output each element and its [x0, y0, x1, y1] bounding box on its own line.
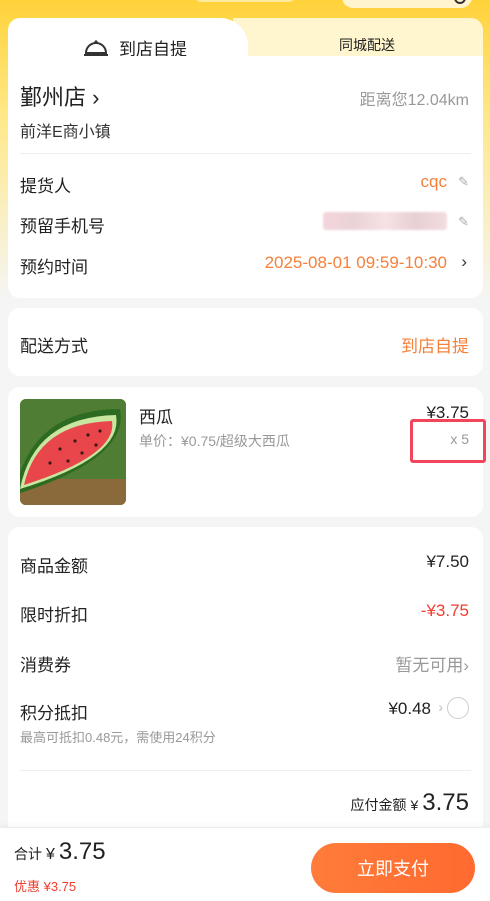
coupon-value: 暂无可用	[395, 656, 464, 675]
product-unit-price: 单价：¥0.75/超级大西瓜	[139, 433, 290, 449]
chevron-right-icon: ›	[438, 699, 443, 715]
store-distance: 距离您12.04km	[359, 92, 469, 109]
pickup-person-label: 提货人	[20, 177, 71, 196]
points-hint: 最高可抵扣0.48元，需使用24积分	[20, 730, 216, 745]
points-radio[interactable]	[447, 697, 469, 719]
amount-due-label: 应付金额	[350, 797, 407, 813]
store-name: 鄞州店	[20, 85, 87, 110]
total-discount: 优惠 ¥3.75	[14, 879, 77, 894]
store-bell-icon	[84, 39, 108, 56]
edit-pencil-icon[interactable]: ✎	[458, 214, 469, 230]
pay-now-button[interactable]: 立即支付	[311, 843, 475, 893]
tab-delivery-label: 同城配送	[339, 37, 395, 53]
reserve-time-label: 预约时间	[20, 258, 88, 277]
total-currency: ¥	[46, 846, 55, 863]
pickup-person-value[interactable]: cqc	[421, 172, 447, 192]
chevron-right-icon[interactable]: ›	[461, 252, 467, 272]
store-selector[interactable]: 鄞州店 ›	[20, 80, 99, 112]
capsule-menu[interactable]	[342, 0, 472, 8]
checkout-bar: 合计 ¥ 3.75 优惠 ¥3.75 立即支付	[0, 828, 490, 901]
amount-due-value: 3.75	[422, 789, 469, 816]
total-value: 3.75	[58, 838, 106, 865]
amount-due: 应付金额 ¥ 3.75	[350, 789, 469, 817]
points-value: ¥0.48	[388, 699, 431, 718]
total: 合计 ¥ 3.75	[14, 838, 106, 866]
phone-value-masked[interactable]	[323, 212, 447, 230]
divider	[20, 770, 471, 771]
delivery-method-value: 到店自提	[401, 337, 469, 356]
divider	[20, 153, 471, 154]
delivery-method-card: 配送方式 到店自提	[8, 308, 483, 376]
chevron-right-icon: ›	[86, 85, 100, 110]
store-address: 前洋E商小镇	[20, 124, 111, 141]
reserve-time-value[interactable]: 2025-08-01 09:59-10:30	[265, 253, 447, 273]
goods-amount-label: 商品金额	[20, 557, 88, 576]
chevron-right-icon: ›	[463, 656, 469, 675]
delivery-method-label: 配送方式	[20, 337, 88, 356]
phone-label: 预留手机号	[20, 217, 105, 236]
page-title-clipped	[195, 0, 295, 2]
total-label: 合计	[14, 846, 42, 862]
edit-pencil-icon[interactable]: ✎	[458, 174, 469, 190]
goods-amount-value: ¥7.50	[426, 552, 469, 571]
product-name: 西瓜	[139, 408, 173, 427]
coupon-selector[interactable]: 暂无可用›	[395, 651, 469, 676]
watermelon-image	[20, 399, 126, 505]
coupon-label: 消费券	[20, 656, 71, 675]
highlight-box	[410, 419, 486, 463]
limited-discount-value: -¥3.75	[420, 601, 469, 620]
price-summary-card: 商品金额 ¥7.50 限时折扣 -¥3.75 消费券 暂无可用› 积分抵扣 ¥0…	[8, 527, 483, 827]
store-card: 鄞州店 › 距离您12.04km 前洋E商小镇 提货人 cqc ✎ 预留手机号 …	[8, 56, 483, 298]
limited-discount-label: 限时折扣	[20, 606, 88, 625]
points-label: 积分抵扣	[20, 704, 88, 723]
amount-due-currency: ¥	[410, 797, 419, 813]
